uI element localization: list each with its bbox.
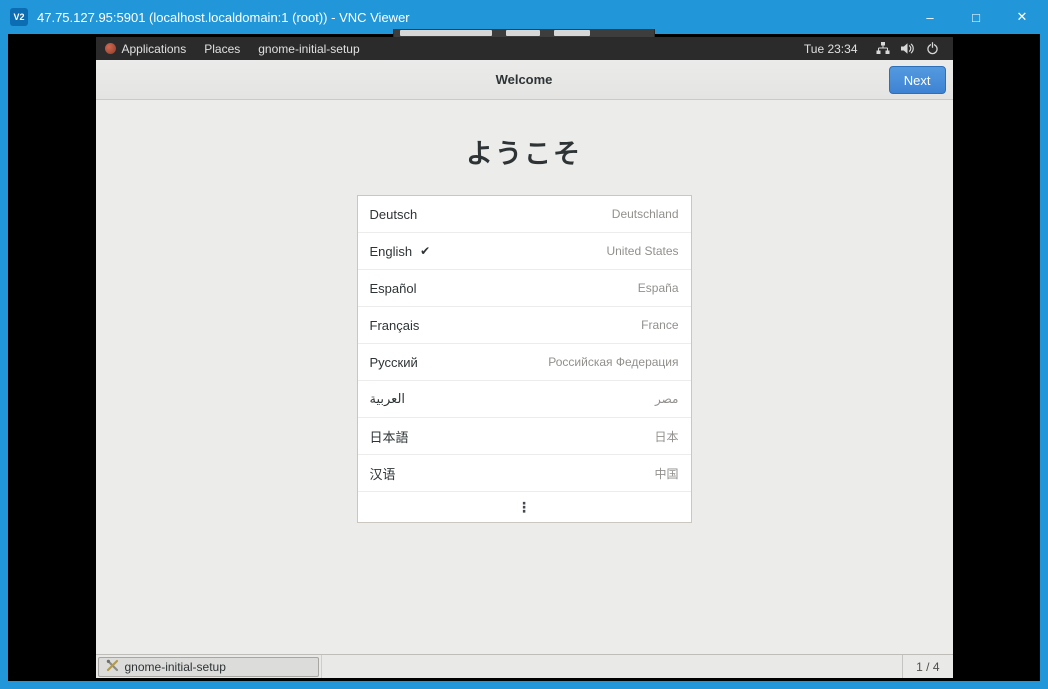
language-row-left: English ✔ xyxy=(370,244,431,259)
app-menu-label: gnome-initial-setup xyxy=(258,42,359,56)
clock[interactable]: Tue 23:34 xyxy=(794,42,868,56)
power-icon[interactable] xyxy=(926,42,939,55)
app-menu-gnome-initial-setup[interactable]: gnome-initial-setup xyxy=(249,37,368,60)
language-row-left: Deutsch xyxy=(370,207,418,222)
language-region: Российская Федерация xyxy=(548,355,678,369)
window-list-taskbar: gnome-initial-setup 1 / 4 xyxy=(96,654,953,678)
more-row[interactable]: ⋮ xyxy=(358,492,691,522)
window-title: 47.75.127.95:5901 (localhost.localdomain… xyxy=(37,10,902,25)
language-region: مصر xyxy=(655,392,678,406)
vnc-logo-icon[interactable]: V2 xyxy=(10,8,28,26)
header-bar: Welcome Next xyxy=(96,60,953,100)
language-row[interactable]: 汉语 中国 xyxy=(358,455,691,492)
language-region: Deutschland xyxy=(612,207,679,221)
task-button-label: gnome-initial-setup xyxy=(125,660,226,674)
welcome-heading: ようこそ xyxy=(96,132,953,171)
workspace-pager[interactable]: 1 / 4 xyxy=(902,655,952,678)
language-region: 日本 xyxy=(654,428,678,445)
applications-menu-label: Applications xyxy=(122,42,187,56)
selected-check-icon: ✔ xyxy=(420,244,430,258)
taskbar-separator xyxy=(321,655,322,678)
language-row-left: Русский xyxy=(370,355,418,370)
language-row[interactable]: العربية مصر xyxy=(358,381,691,418)
language-row-left: 日本語 xyxy=(370,427,409,446)
language-row-left: Español xyxy=(370,281,417,296)
maximize-button[interactable]: □ xyxy=(958,5,994,29)
main-content: ようこそ Deutsch Deutschland English ✔ Unite… xyxy=(96,100,953,654)
vnc-toolbar-button[interactable] xyxy=(554,30,590,36)
page-title: Welcome xyxy=(496,72,553,87)
language-row-left: العربية xyxy=(370,391,406,407)
window-controls: – □ ✕ xyxy=(902,5,1040,29)
language-name: 日本語 xyxy=(370,427,409,446)
gnome-top-bar: Applications Places gnome-initial-setup … xyxy=(96,37,953,60)
language-name: 汉语 xyxy=(370,464,396,483)
language-row[interactable]: English ✔ United States xyxy=(358,233,691,270)
network-icon[interactable] xyxy=(876,42,890,55)
minimize-button[interactable]: – xyxy=(912,5,948,29)
language-name: English xyxy=(370,244,413,259)
applications-menu-icon xyxy=(105,43,116,54)
vnc-remote-canvas: Applications Places gnome-initial-setup … xyxy=(8,34,1040,681)
remote-desktop: Applications Places gnome-initial-setup … xyxy=(96,37,953,678)
language-row[interactable]: 日本語 日本 xyxy=(358,418,691,455)
language-row-left: 汉语 xyxy=(370,464,396,483)
vnc-toolbar-peek[interactable] xyxy=(393,29,655,38)
language-list: Deutsch Deutschland English ✔ United Sta… xyxy=(357,195,692,523)
language-row[interactable]: Deutsch Deutschland xyxy=(358,196,691,233)
places-menu-label: Places xyxy=(204,42,240,56)
language-name: العربية xyxy=(370,391,406,407)
system-status-area[interactable] xyxy=(868,37,953,60)
language-row[interactable]: Français France xyxy=(358,307,691,344)
vnc-toolbar-button[interactable] xyxy=(506,30,540,36)
language-region: United States xyxy=(606,244,678,258)
language-region: France xyxy=(641,318,678,332)
language-name: Русский xyxy=(370,355,418,370)
task-button-gnome-initial-setup[interactable]: gnome-initial-setup xyxy=(98,657,319,677)
language-name: Français xyxy=(370,318,420,333)
language-region: 中国 xyxy=(654,465,678,482)
language-name: Deutsch xyxy=(370,207,418,222)
language-row[interactable]: Русский Российская Федерация xyxy=(358,344,691,381)
volume-icon[interactable] xyxy=(901,42,915,55)
language-row[interactable]: Español España xyxy=(358,270,691,307)
next-button[interactable]: Next xyxy=(889,66,946,94)
close-button[interactable]: ✕ xyxy=(1004,5,1040,29)
language-row-left: Français xyxy=(370,318,420,333)
language-region: España xyxy=(638,281,679,295)
applications-menu[interactable]: Applications xyxy=(96,37,196,60)
setup-tool-icon xyxy=(106,659,119,675)
language-name: Español xyxy=(370,281,417,296)
vnc-toolbar-button[interactable] xyxy=(400,30,492,36)
places-menu[interactable]: Places xyxy=(195,37,249,60)
